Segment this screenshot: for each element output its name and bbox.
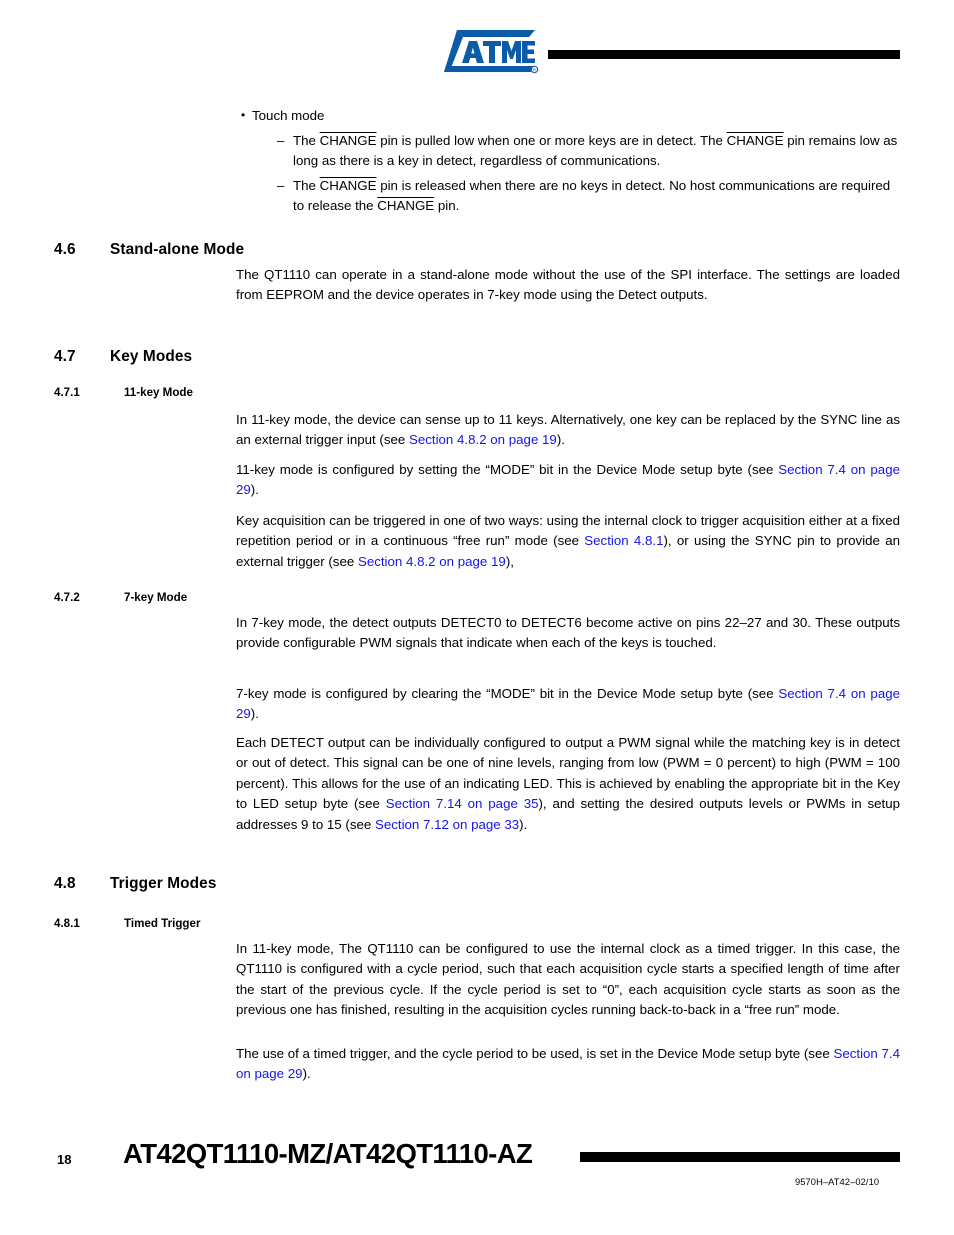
section-number: 4.8 — [54, 875, 76, 892]
section-number: 4.6 — [54, 241, 76, 258]
subsection-number: 4.7.1 — [54, 386, 80, 399]
heading-4-8-1: 4.8.1 Timed Trigger — [0, 917, 954, 935]
page-title: Key Modes — [110, 348, 193, 365]
subsection-number: 4.8.1 — [54, 917, 80, 930]
svg-text:R: R — [533, 67, 536, 72]
page-title: Trigger Modes — [110, 875, 217, 892]
xref-link-section-4-8-2[interactable]: Section 4.8.2 on page 19 — [358, 554, 506, 569]
text-fragment: 11-key mode is configured by setting the… — [236, 462, 779, 477]
atmel-logo-icon: R — [443, 28, 539, 74]
text-fragment: ). — [250, 482, 259, 498]
list-item: – The CHANGE pin is released when there a… — [236, 176, 900, 217]
change-signal-overline: CHANGE — [319, 132, 377, 148]
paragraph-4-8-1-1: In 11-key mode, The QT1110 can be config… — [236, 941, 900, 1018]
paragraph-4-7-2-1: In 7-key mode, the detect outputs DETECT… — [236, 615, 900, 651]
text-fragment: ). — [519, 816, 528, 832]
touch-mode-bullet-list: • Touch mode – The CHANGE pin is pulled lo… — [236, 106, 900, 217]
xref-link-section-7-14[interactable]: Section 7.14 on page 35 — [386, 796, 539, 811]
page-header: R — [0, 0, 954, 92]
document-code: 9570H–AT42–02/10 — [795, 1177, 880, 1187]
text-fragment: The — [293, 132, 320, 148]
text-fragment: The — [293, 177, 320, 193]
subsection-title: 11-key Mode — [124, 386, 193, 399]
xref-link-section-4-8-1[interactable]: Section 4.8.1 — [584, 533, 663, 548]
sub-bullet-text: The CHANGE pin is released when there ar… — [293, 178, 890, 214]
list-item: • Touch mode — [236, 106, 900, 127]
paragraph-4-8-1-2: The use of a timed trigger, and the cycl… — [236, 1044, 900, 1085]
paragraph-4-7-2-2: 7-key mode is configured by clearing the… — [236, 684, 900, 725]
bullet-text: Touch mode — [252, 108, 325, 123]
xref-link-section-7-12[interactable]: Section 7.12 on page 33 — [375, 817, 519, 832]
footer-rule-bar — [580, 1152, 900, 1162]
heading-4-7-2: 4.7.2 7-key Mode — [0, 591, 954, 609]
header-rule-bar — [548, 50, 900, 59]
paragraph-4-7-1-1: In 11-key mode, the device can sense up … — [236, 410, 900, 451]
heading-4-7-1: 4.7.1 11-key Mode — [0, 386, 954, 404]
text-fragment: pin. — [434, 198, 460, 214]
text-fragment: In 11-key mode, the device can sense up … — [236, 412, 900, 448]
text-fragment: pin is pulled low when one or more keys … — [376, 132, 727, 148]
page-title: Stand-alone Mode — [110, 241, 245, 258]
subsection-number: 4.7.2 — [54, 591, 80, 604]
heading-4-8: 4.8 Trigger Modes — [0, 875, 954, 897]
text-fragment: ). — [250, 706, 259, 722]
text-fragment: 7-key mode is configured by clearing the… — [236, 686, 779, 701]
change-signal-overline: CHANGE — [377, 198, 435, 214]
text-fragment: ). — [556, 432, 565, 448]
xref-link-section-4-8-2[interactable]: Section 4.8.2 on page 19 — [409, 432, 557, 447]
footer-part-title: AT42QT1110-MZ/AT42QT1110-AZ — [123, 1138, 533, 1169]
change-signal-overline: CHANGE — [319, 177, 377, 193]
paragraph-4-7-2-3: Each DETECT output can be individually c… — [236, 733, 900, 835]
subsection-title: Timed Trigger — [124, 917, 201, 930]
dash-bullet-icon: – — [277, 177, 285, 193]
paragraph-4-6-1: The QT1110 can operate in a stand-alone … — [236, 267, 900, 303]
heading-4-6: 4.6 Stand-alone Mode — [0, 241, 954, 263]
list-item: – The CHANGE pin is pulled low when one o… — [236, 131, 900, 172]
bullet-dot-icon: • — [241, 108, 246, 122]
paragraph-4-7-1-2: 11-key mode is configured by setting the… — [236, 460, 900, 501]
text-fragment: ). — [302, 1066, 311, 1082]
paragraph-4-7-1-3: Key acquisition can be triggered in one … — [236, 511, 900, 572]
heading-4-7: 4.7 Key Modes — [0, 348, 954, 370]
sub-bullet-text: The CHANGE pin is pulled low when one or… — [293, 133, 897, 169]
subsection-title: 7-key Mode — [124, 591, 188, 604]
dash-bullet-icon: – — [277, 132, 285, 148]
page-number: 18 — [57, 1152, 72, 1167]
text-fragment: ), — [505, 553, 514, 569]
text-fragment: The use of a timed trigger, and the cycl… — [236, 1046, 834, 1061]
section-number: 4.7 — [54, 348, 76, 365]
change-signal-overline: CHANGE — [726, 132, 784, 148]
